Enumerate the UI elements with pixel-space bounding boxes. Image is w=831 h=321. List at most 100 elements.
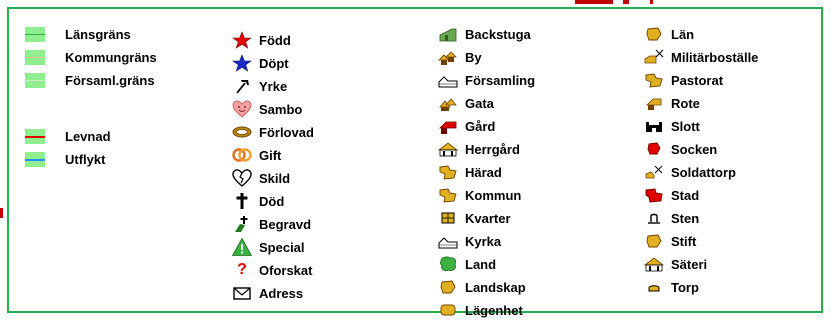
legend-item-pastorat: Pastorat xyxy=(643,69,723,91)
legend-label: Länsgräns xyxy=(65,26,131,42)
estate-icon xyxy=(643,254,665,274)
legend-label: Landskap xyxy=(465,279,526,295)
diocese-icon xyxy=(643,231,665,251)
cross-icon xyxy=(231,191,253,211)
legend-label: Kommun xyxy=(465,187,522,203)
military-icon xyxy=(643,47,665,67)
legend-label: Kvarter xyxy=(465,210,511,226)
legend-item-harad: Härad xyxy=(437,161,502,183)
legend-label: Kommungräns xyxy=(65,49,157,65)
city-icon xyxy=(643,185,665,205)
legend-item-gift: Gift xyxy=(231,144,281,166)
legend-item-lagenhet: Lägenhet xyxy=(437,299,523,321)
legend-label: Slott xyxy=(671,118,700,134)
legend-item-kommungrans: Kommungräns xyxy=(25,46,157,68)
legend-item-forsamling: Församling xyxy=(437,69,535,91)
district-icon xyxy=(437,162,459,182)
castle-icon xyxy=(643,116,665,136)
legend-label: Soldattorp xyxy=(671,164,736,180)
municipality-icon xyxy=(437,185,459,205)
pastorate-icon xyxy=(643,70,665,90)
boundary-swatch xyxy=(25,49,45,65)
route-swatch xyxy=(25,151,45,167)
boundary-swatch xyxy=(25,72,45,88)
legend-label: Sambo xyxy=(259,101,303,117)
legend-label: Gift xyxy=(259,147,282,163)
legend-item-special: Special xyxy=(231,236,305,258)
legend-item-herrgard: Herrgård xyxy=(437,138,520,160)
route-swatch xyxy=(25,128,45,144)
boundary-swatch xyxy=(25,26,45,42)
legend-item-lan: Län xyxy=(643,23,694,45)
legend-item-kvarter: Kvarter xyxy=(437,207,511,229)
legend-item-fodd: Född xyxy=(231,29,291,51)
legend-label: Herrgård xyxy=(465,141,520,157)
hammer-icon xyxy=(231,76,253,96)
legend-item-slott: Slott xyxy=(643,115,700,137)
stone-icon xyxy=(643,208,665,228)
wedding-rings-icon xyxy=(231,145,253,165)
church-icon xyxy=(437,231,459,251)
legend-item-kommun: Kommun xyxy=(437,184,521,206)
legend-label: Kyrka xyxy=(465,233,502,249)
legend-item-dod: Död xyxy=(231,190,284,212)
legend-item-sten: Sten xyxy=(643,207,699,229)
legend-item-begravd: Begravd xyxy=(231,213,311,235)
legend-item-stad: Stad xyxy=(643,184,699,206)
socken-icon xyxy=(643,139,665,159)
legend-label: Församling xyxy=(465,72,536,88)
legend-item-dopt: Döpt xyxy=(231,52,289,74)
legend-label: Gård xyxy=(465,118,496,134)
legend-item-backstuga: Backstuga xyxy=(437,23,531,45)
star-icon xyxy=(231,30,253,50)
question-icon: ? xyxy=(237,261,247,278)
broken-heart-icon xyxy=(231,168,253,188)
legend-label: Levnad xyxy=(65,128,111,144)
legend-item-adress: Adress xyxy=(231,282,303,304)
legend-item-gata: Gata xyxy=(437,92,494,114)
legend-label: Militärboställe xyxy=(671,49,759,65)
legend-panel: Länsgräns Kommungräns Församl.gräns Levn… xyxy=(7,7,823,318)
legend-label: Förlovad xyxy=(259,124,314,140)
legend-item-stift: Stift xyxy=(643,230,696,252)
apartment-icon xyxy=(437,300,459,320)
grave-icon xyxy=(231,214,253,234)
country-icon xyxy=(437,254,459,274)
legend-label: Död xyxy=(259,193,285,209)
legend-item-landskap: Landskap xyxy=(437,276,526,298)
legend-item-lansgrans: Länsgräns xyxy=(25,23,131,45)
parish-icon xyxy=(437,70,459,90)
legend-label: Gata xyxy=(465,95,494,111)
legend-label: Rote xyxy=(671,95,700,111)
legend-label: Pastorat xyxy=(671,72,724,88)
legend-item-torp: Torp xyxy=(643,276,699,298)
star-icon xyxy=(231,53,253,73)
legend-label: Härad xyxy=(465,164,502,180)
warning-icon xyxy=(231,237,253,257)
legend-item-socken: Socken xyxy=(643,138,717,160)
cottage-icon xyxy=(437,24,459,44)
legend-item-yrke: Yrke xyxy=(231,75,287,97)
legend-label: Socken xyxy=(671,141,718,157)
province-icon xyxy=(437,277,459,297)
legend-label: Församl.gräns xyxy=(65,72,155,88)
map-fragment-left xyxy=(0,208,3,218)
rote-icon xyxy=(643,93,665,113)
manor-icon xyxy=(437,139,459,159)
county-icon xyxy=(643,24,665,44)
legend-item-utflykt: Utflykt xyxy=(25,148,105,170)
legend-item-soldattorp: Soldattorp xyxy=(643,161,736,183)
legend-label: Begravd xyxy=(259,216,312,232)
legend-item-forsamlgrans: Församl.gräns xyxy=(25,69,155,91)
legend-item-oforskat: ? Oforskat xyxy=(231,259,312,281)
legend-label: Yrke xyxy=(259,78,288,94)
legend-label: Oforskat xyxy=(259,262,313,278)
street-icon xyxy=(437,93,459,113)
legend-item-by: By xyxy=(437,46,482,68)
legend-label: Torp xyxy=(671,279,699,295)
soldier-cottage-icon xyxy=(643,162,665,182)
legend-item-sambo: Sambo xyxy=(231,98,302,120)
envelope-icon xyxy=(231,283,253,303)
rings-icon xyxy=(231,122,253,142)
legend-label: Utflykt xyxy=(65,151,106,167)
